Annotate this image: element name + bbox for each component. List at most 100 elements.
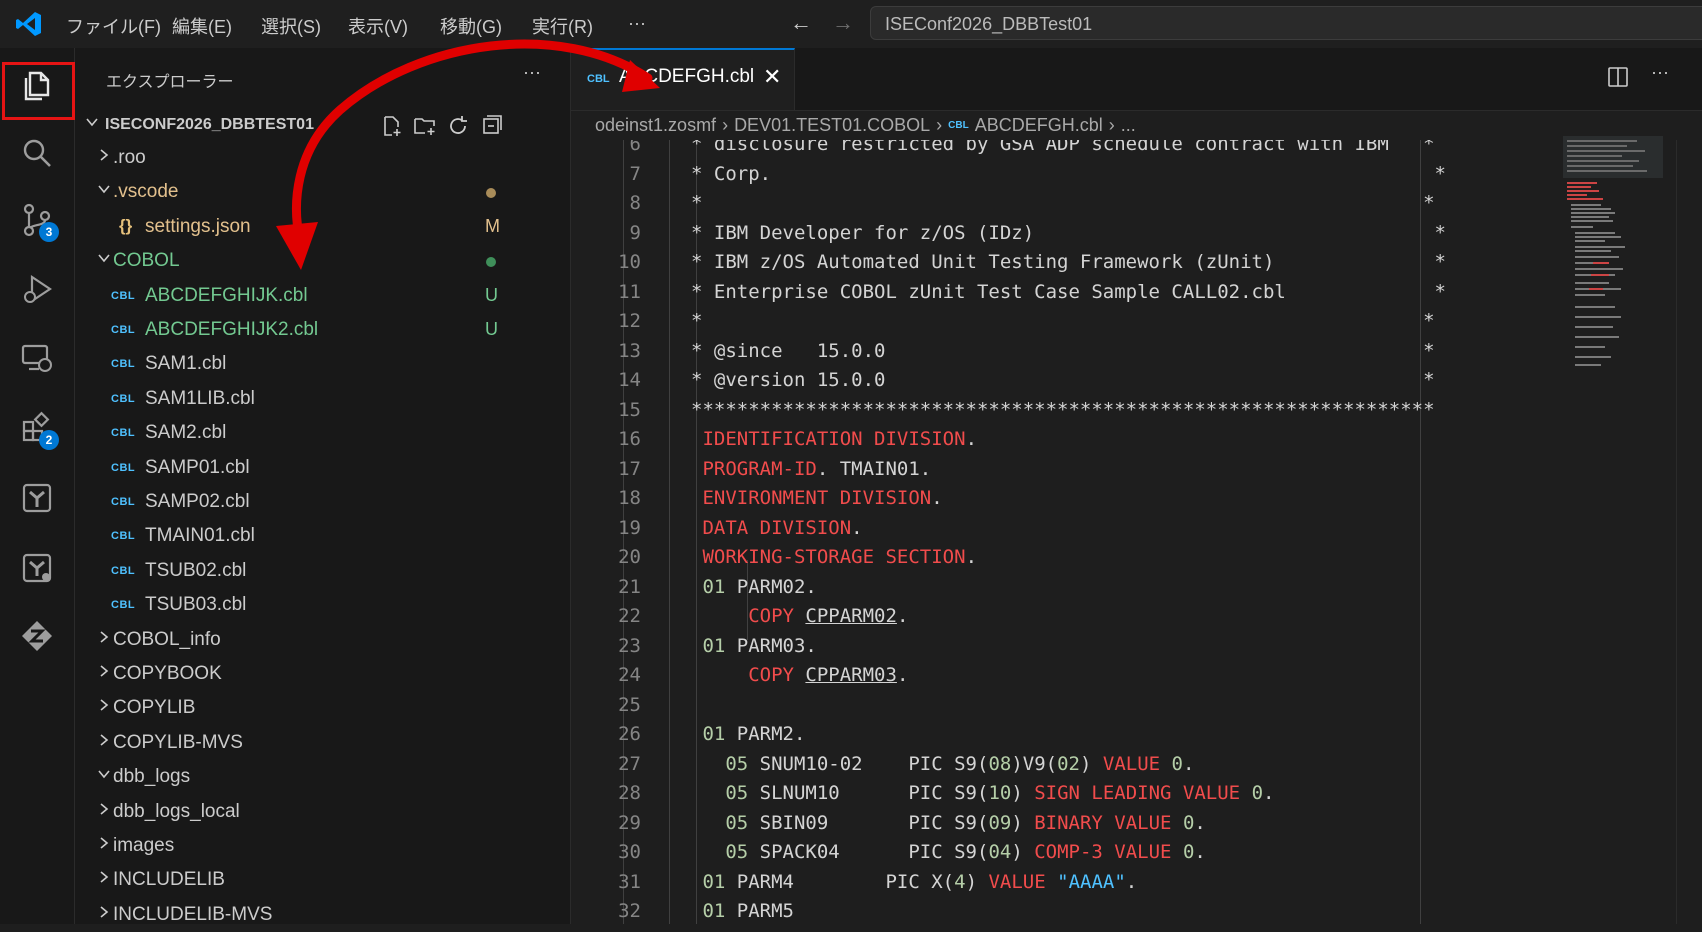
remote-explorer-icon [21,344,52,372]
copybook-link[interactable]: CPPARM03 [805,664,897,686]
menu-item[interactable]: 選択(S) [261,13,321,39]
tree-file[interactable]: CBL ABCDEFGHIJK.cbl U [75,279,570,313]
code-text: * @since 15.0.0 * [691,340,1435,362]
tree-folder[interactable]: COBOL [75,244,570,278]
cobol-file-icon: CBL [111,496,136,508]
breadcrumb-item[interactable]: DEV01.TEST01.COBOL [734,115,930,136]
editor-tab[interactable]: CBL ABCDEFGH.cbl ✕ [571,48,795,110]
chevron-right-icon[interactable] [97,733,111,752]
number-token: 04 [988,841,1012,863]
line-number: 17 [618,457,641,480]
keyword-token: COPY [748,664,794,686]
code-token: ) [1079,752,1103,775]
tree-file[interactable]: CBL TSUB03.cbl [75,588,570,622]
refresh-icon[interactable] [446,114,470,138]
tree-folder[interactable]: dbb_logs_local [75,795,570,829]
chevron-right-icon[interactable] [97,836,111,855]
tree-item-label: dbb_logs_local [113,800,240,822]
copybook-link[interactable]: CPPARM02 [805,605,897,627]
close-icon[interactable]: ✕ [763,64,781,90]
line-number: 30 [618,841,641,863]
split-editor-icon[interactable] [1607,66,1629,88]
tree-file[interactable]: CBL SAM1.cbl [75,347,570,381]
extensions-badge: 2 [39,430,59,450]
code-line: 25 [571,692,1571,721]
code-token: . [965,428,978,450]
workspace-header[interactable]: ISECONF2026_DBBTEST01 [75,110,570,140]
tree-folder[interactable]: INCLUDELIB-MVS [75,898,570,932]
new-folder-icon[interactable] [413,114,437,138]
menu-item[interactable]: 実行(R) [532,13,593,39]
tree-folder[interactable]: dbb_logs [75,760,570,794]
ibm-z-alt-button[interactable] [0,538,74,598]
chevron-right-icon[interactable] [97,802,111,821]
code-token: . [896,605,909,627]
chevron-right-icon[interactable] [97,870,111,889]
chevron-down-icon[interactable] [85,115,99,132]
chevron-right-icon[interactable] [97,148,111,167]
tree-folder[interactable]: .vscode [75,175,570,209]
tree-folder[interactable]: COPYLIB-MVS [75,726,570,760]
code-line: 19 DATA DIVISION. [571,515,1571,544]
forward-arrow-icon[interactable]: → [832,10,854,36]
tree-file[interactable]: CBL TMAIN01.cbl [75,519,570,553]
tree-folder[interactable]: .roo [75,141,570,175]
menu-item[interactable]: ファイル(F) [66,13,161,39]
run-debug-button[interactable] [0,260,74,320]
chevron-down-icon[interactable] [97,182,111,201]
git-status-badge: M [485,215,500,236]
command-center-search[interactable]: ISEConf2026_DBBTest01 [870,6,1702,40]
back-arrow-icon[interactable]: ← [790,10,812,36]
vertical-scrollbar[interactable] [1676,140,1702,924]
search-button[interactable] [0,123,74,183]
chevron-down-icon[interactable] [97,251,111,270]
tree-folder[interactable]: COBOL_info [75,623,570,657]
tree-file[interactable]: CBL ABCDEFGHIJK2.cbl U [75,313,570,347]
code-token: SLNUM10 PIC S9( [748,782,989,804]
chevron-right-icon[interactable] [97,664,111,683]
command-center-text: ISEConf2026_DBBTest01 [885,14,1093,34]
tree-file[interactable]: CBL SAMP02.cbl [75,485,570,519]
chevron-down-icon[interactable] [97,767,111,786]
line-number: 16 [618,428,641,450]
chevron-right-icon[interactable] [97,698,111,717]
tree-file[interactable]: CBL SAM1LIB.cbl [75,382,570,416]
collapse-all-icon[interactable] [480,114,504,138]
tree-file[interactable]: {} settings.json M [75,210,570,244]
code-token: * disclosure restricted by GSA ADP sched… [691,140,1435,155]
tree-folder[interactable]: images [75,829,570,863]
tree-folder[interactable]: COPYBOOK [75,657,570,691]
menu-item[interactable]: 移動(G) [440,13,502,39]
code-editor[interactable]: 6 * disclosure restricted by GSA ADP sche… [571,140,1571,924]
line-number: 10 [618,251,641,273]
menu-item[interactable]: 表示(V) [348,13,408,39]
new-file-icon[interactable] [380,114,404,138]
tree-file[interactable]: CBL SAMP01.cbl [75,451,570,485]
remote-explorer-button[interactable] [0,328,74,388]
tree-folder[interactable]: INCLUDELIB [75,863,570,897]
sidebar-more-button[interactable]: ··· [523,62,541,83]
tree-folder[interactable]: COPYLIB [75,691,570,725]
code-line: 10 * IBM z/OS Automated Unit Testing Fram… [571,249,1571,278]
line-number: 11 [618,280,641,303]
tree-file[interactable]: CBL TSUB02.cbl [75,554,570,588]
menu-item[interactable]: ··· [628,13,646,34]
menu-item[interactable]: 編集(E) [172,13,232,39]
tree-file[interactable]: CBL SAM2.cbl [75,416,570,450]
editor-more-button[interactable]: ··· [1651,62,1669,83]
chevron-right-icon[interactable] [97,905,111,924]
source-control-button[interactable]: 3 [0,190,74,250]
vscode-logo-icon[interactable] [14,9,44,39]
chevron-right-icon[interactable] [97,630,111,649]
breadcrumb-item[interactable]: odeinst1.zosmf [595,115,716,136]
breadcrumb-item[interactable]: ABCDEFGH.cbl [975,115,1103,136]
extensions-button[interactable]: 2 [0,398,74,458]
ibm-z-button[interactable] [0,468,74,528]
zowe-button[interactable] [0,606,74,666]
minimap[interactable] [1563,136,1663,436]
number-token: 01 [702,575,726,598]
breadcrumb-item[interactable]: ... [1121,115,1136,136]
